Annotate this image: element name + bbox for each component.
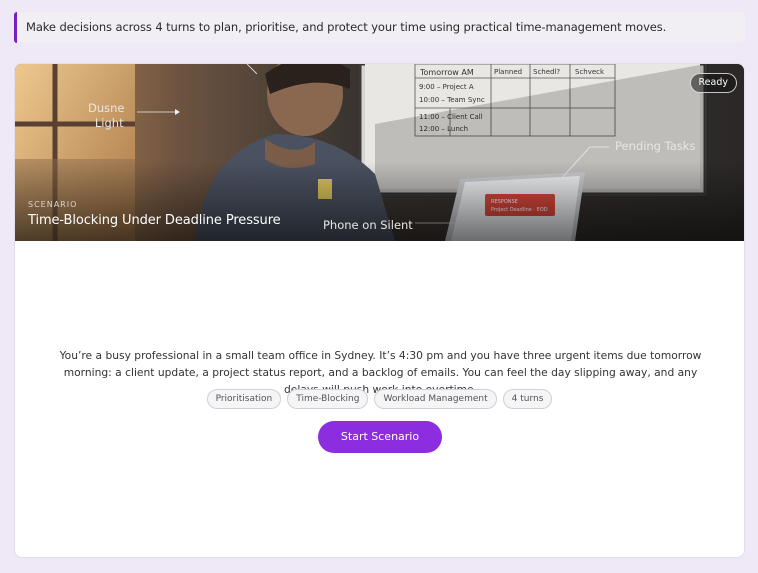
tag-turns: 4 turns (502, 389, 553, 409)
tag-time-blocking: Time-Blocking (287, 389, 369, 409)
start-scenario-button[interactable]: Start Scenario (318, 421, 442, 453)
status-badge: Ready (689, 73, 737, 93)
tag-prioritisation: Prioritisation (206, 389, 282, 409)
scenario-card: Tomorrow AM Planned Schedl? Schveck 9:00… (14, 63, 745, 558)
tag-workload-management: Workload Management (374, 389, 497, 409)
image-label-light-line2: Light (94, 116, 124, 130)
scenario-title: Time-Blocking Under Deadline Pressure (28, 213, 281, 228)
scenario-tags: Prioritisation Time-Blocking Workload Ma… (15, 389, 744, 409)
scenario-eyebrow: SCENARIO (28, 200, 78, 209)
image-label-pending-tasks: Pending Tasks (615, 139, 696, 153)
image-label-light: Dusne Light (88, 101, 125, 131)
intro-text: Make decisions across 4 turns to plan, p… (26, 20, 667, 34)
scenario-hero-image: Tomorrow AM Planned Schedl? Schveck 9:00… (15, 64, 744, 241)
intro-banner: Make decisions across 4 turns to plan, p… (14, 12, 745, 43)
image-label-light-line1: Dusne (88, 101, 125, 115)
image-label-phone: Phone on Silent (323, 218, 413, 232)
